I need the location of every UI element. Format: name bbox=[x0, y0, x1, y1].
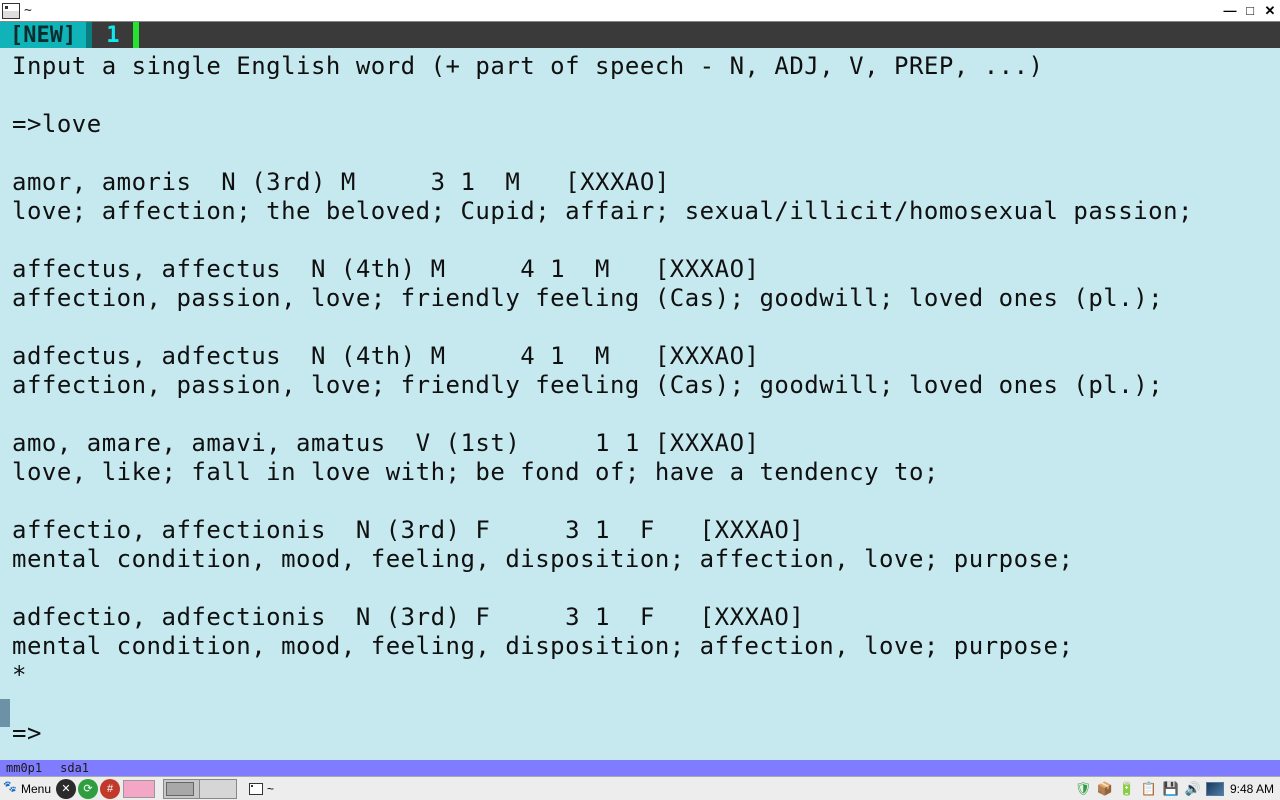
taskbar-task-terminal[interactable]: ~ bbox=[243, 777, 280, 800]
dict-entry-head: amor, amoris N (3rd) M 3 1 M [XXXAO] bbox=[12, 168, 670, 196]
terminal-prompt: =>love bbox=[12, 110, 102, 138]
launcher-swatch[interactable] bbox=[123, 780, 155, 798]
clock[interactable]: 9:48 AM bbox=[1230, 782, 1274, 796]
dict-entry-def: love; affection; the beloved; Cupid; aff… bbox=[12, 197, 1193, 225]
dict-entry-def: mental condition, mood, feeling, disposi… bbox=[12, 632, 1073, 660]
maximize-button[interactable]: □ bbox=[1240, 2, 1260, 20]
window-system-icon[interactable] bbox=[2, 3, 20, 19]
dict-entry-def: mental condition, mood, feeling, disposi… bbox=[12, 545, 1073, 573]
menu-label: Menu bbox=[21, 782, 51, 796]
volume-icon[interactable]: 🔊 bbox=[1184, 780, 1202, 798]
terminal-cursor-gutter bbox=[0, 699, 10, 727]
status-buffer-number: 1 bbox=[92, 22, 133, 48]
start-menu-button[interactable]: Menu bbox=[0, 777, 55, 800]
terminal-prompt: => bbox=[12, 719, 42, 747]
launcher-icon-x[interactable]: ✕ bbox=[56, 779, 76, 799]
terminal-icon bbox=[249, 783, 263, 795]
storage-icon[interactable]: 💾 bbox=[1162, 780, 1180, 798]
device-entry[interactable]: sda1 bbox=[60, 761, 89, 775]
clipboard-icon[interactable]: 📋 bbox=[1140, 780, 1158, 798]
dict-entry-head: adfectus, adfectus N (4th) M 4 1 M [XXXA… bbox=[12, 342, 759, 370]
device-bar: mm0p1 sda1 bbox=[0, 760, 1280, 776]
terminal-star: * bbox=[12, 661, 27, 689]
window-title: ~ bbox=[24, 3, 1220, 18]
device-entry[interactable]: mm0p1 bbox=[6, 761, 42, 775]
package-update-icon[interactable]: 📦 bbox=[1096, 780, 1114, 798]
minimize-button[interactable]: — bbox=[1220, 2, 1240, 20]
workspace-1[interactable] bbox=[164, 780, 200, 798]
status-mode: [NEW] bbox=[0, 22, 86, 48]
terminal-window: ~ — □ ✕ [NEW] 1 Input a single English w… bbox=[0, 0, 1280, 800]
dict-entry-head: adfectio, adfectionis N (3rd) F 3 1 F [X… bbox=[12, 603, 804, 631]
workspace-2[interactable] bbox=[200, 780, 236, 798]
dict-entry-head: affectio, affectionis N (3rd) F 3 1 F [X… bbox=[12, 516, 804, 544]
battery-icon[interactable]: 🔋 bbox=[1118, 780, 1136, 798]
close-button[interactable]: ✕ bbox=[1260, 2, 1280, 20]
editor-statusbar: [NEW] 1 bbox=[0, 22, 1280, 48]
network-icon[interactable] bbox=[1206, 780, 1224, 798]
launcher-icon-hash[interactable]: # bbox=[100, 779, 120, 799]
dict-entry-def: love, like; fall in love with; be fond o… bbox=[12, 458, 939, 486]
dict-entry-def: affection, passion, love; friendly feeli… bbox=[12, 284, 1163, 312]
window-titlebar: ~ — □ ✕ bbox=[0, 0, 1280, 22]
workspace-pager[interactable] bbox=[163, 779, 237, 799]
dict-entry-def: affection, passion, love; friendly feeli… bbox=[12, 371, 1163, 399]
terminal-output[interactable]: Input a single English word (+ part of s… bbox=[0, 48, 1280, 760]
task-label: ~ bbox=[267, 782, 274, 796]
dict-entry-head: amo, amare, amavi, amatus V (1st) 1 1 [X… bbox=[12, 429, 759, 457]
dict-entry-head: affectus, affectus N (4th) M 4 1 M [XXXA… bbox=[12, 255, 759, 283]
status-rest bbox=[139, 22, 1280, 48]
paw-icon bbox=[4, 782, 18, 796]
taskbar: Menu ✕ ⟳ # ~ 🛡 📦 🔋 📋 💾 🔊 9:48 AM bbox=[0, 776, 1280, 800]
terminal-intro: Input a single English word (+ part of s… bbox=[12, 52, 1044, 80]
security-shield-icon[interactable]: 🛡 bbox=[1074, 780, 1092, 798]
launcher-icon-refresh[interactable]: ⟳ bbox=[78, 779, 98, 799]
